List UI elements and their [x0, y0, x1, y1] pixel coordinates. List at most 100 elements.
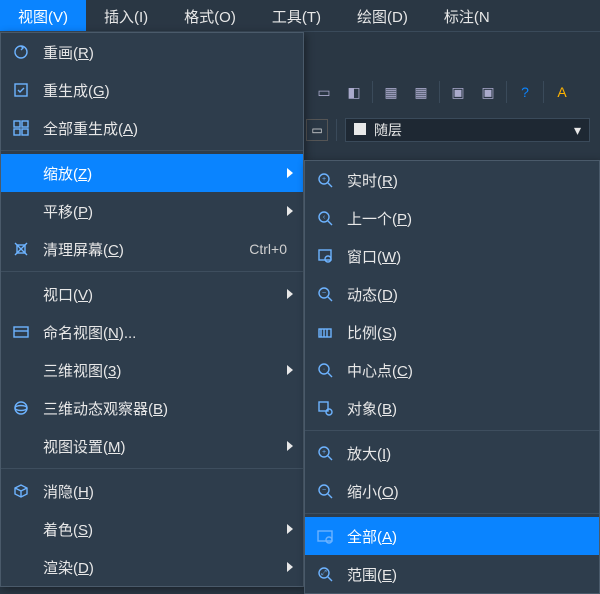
zoom-submenu-item[interactable]: 对象(B) — [305, 389, 599, 427]
zoom-submenu-item[interactable]: ‹上一个(P) — [305, 199, 599, 237]
menu-item-label: 全部(A) — [347, 526, 397, 547]
separator — [336, 119, 337, 141]
view-menu-item[interactable]: 渲染(D) — [1, 548, 303, 586]
toolbar-button[interactable]: ◧ — [342, 80, 366, 104]
menu-item-label: 动态(D) — [347, 284, 398, 305]
view-menu-item[interactable]: 清理屏幕(C)Ctrl+0 — [1, 230, 303, 268]
submenu-arrow-icon — [287, 168, 293, 178]
separator — [543, 81, 544, 103]
toolbar-button[interactable]: ▭ — [312, 80, 336, 104]
blank-icon — [9, 555, 33, 579]
menu-item-label: 缩放(Z) — [43, 163, 281, 184]
toolbar: ▭ ◧ ▦ ▦ ▣ ▣ ? A — [306, 77, 600, 107]
menubar-item[interactable]: 工具(T) — [254, 0, 339, 31]
blank-icon — [9, 517, 33, 541]
submenu-arrow-icon — [287, 206, 293, 216]
svg-text:+: + — [322, 176, 326, 183]
menubar-item[interactable]: 绘图(D) — [339, 0, 426, 31]
redraw-icon — [9, 40, 33, 64]
help-icon[interactable]: ? — [513, 80, 537, 104]
menu-item-label: 范围(E) — [347, 564, 397, 585]
menu-item-label: 缩小(O) — [347, 481, 399, 502]
svg-text:~: ~ — [322, 290, 326, 297]
zoom-submenu-item[interactable]: 全部(A) — [305, 517, 599, 555]
blank-icon — [9, 161, 33, 185]
separator — [439, 81, 440, 103]
zoom-rt-icon: + — [313, 168, 337, 192]
svg-text:+: + — [322, 449, 326, 456]
zoom-in-icon: + — [313, 441, 337, 465]
shortcut-label: Ctrl+0 — [249, 241, 287, 257]
menu-item-label: 窗口(W) — [347, 246, 401, 267]
zoom-submenu-item[interactable]: ~ 动态(D) — [305, 275, 599, 313]
menu-item-label: 对象(B) — [347, 398, 397, 419]
menubar-item[interactable]: 格式(O) — [166, 0, 254, 31]
view-menu-item[interactable]: 三维视图(3) — [1, 351, 303, 389]
toolbar-button[interactable]: ▦ — [409, 80, 433, 104]
view-menu-item[interactable]: 视图设置(M) — [1, 427, 303, 465]
separator — [506, 81, 507, 103]
zoom-extents-icon: ⤢ — [313, 562, 337, 586]
regen-all-icon — [9, 116, 33, 140]
menu-item-label: 上一个(P) — [347, 208, 412, 229]
menubar-item[interactable]: 标注(N — [426, 0, 508, 31]
submenu-arrow-icon — [287, 289, 293, 299]
toolbar-button[interactable]: ▣ — [446, 80, 470, 104]
zoom-submenu-item[interactable]: ⤢ 范围(E) — [305, 555, 599, 593]
submenu-arrow-icon — [287, 562, 293, 572]
clean-screen-icon — [9, 237, 33, 261]
view-menu-item[interactable]: 重画(R) — [1, 33, 303, 71]
blank-icon — [9, 434, 33, 458]
color-swatch — [354, 123, 366, 135]
hide-icon — [9, 479, 33, 503]
toolbar-button[interactable]: A — [550, 80, 574, 104]
toolbar-button[interactable]: ▦ — [379, 80, 403, 104]
view-menu-item[interactable]: 三维动态观察器(B) — [1, 389, 303, 427]
submenu-arrow-icon — [287, 365, 293, 375]
menu-item-label: 着色(S) — [43, 519, 281, 540]
chevron-down-icon: ▾ — [574, 122, 581, 139]
view-menu: 重画(R) 重生成(G) 全部重生成(A) 缩放(Z) 平移(P)清理屏幕(C)Ctrl… — [0, 32, 304, 587]
zoom-submenu-item[interactable]: − 缩小(O) — [305, 472, 599, 510]
menu-item-label: 重画(R) — [43, 42, 293, 63]
menu-item-label: 比例(S) — [347, 322, 397, 343]
menubar-item[interactable]: 视图(V) — [0, 0, 86, 31]
zoom-submenu-item[interactable]: 窗口(W) — [305, 237, 599, 275]
regen-icon — [9, 78, 33, 102]
view-menu-item[interactable]: 重生成(G) — [1, 71, 303, 109]
view-menu-item[interactable]: 全部重生成(A) — [1, 109, 303, 147]
separator — [305, 513, 599, 514]
toolbar-button[interactable]: ▣ — [476, 80, 500, 104]
separator — [1, 271, 303, 272]
view-menu-item[interactable]: 视口(V) — [1, 275, 303, 313]
menu-item-label: 三维视图(3) — [43, 360, 281, 381]
menu-item-label: 放大(I) — [347, 443, 391, 464]
blank-icon — [9, 358, 33, 382]
zoom-dynamic-icon: ~ — [313, 282, 337, 306]
menubar: 视图(V)插入(I)格式(O)工具(T)绘图(D)标注(N — [0, 0, 600, 32]
menubar-item[interactable]: 插入(I) — [86, 0, 166, 31]
view-menu-item[interactable]: 消隐(H) — [1, 472, 303, 510]
zoom-object-icon — [313, 396, 337, 420]
menu-item-label: 渲染(D) — [43, 557, 281, 578]
zoom-submenu: +实时(R)‹上一个(P) 窗口(W) ~ 动态(D) 比例(S) ·中心点(C) 对象(B… — [304, 160, 600, 594]
zoom-submenu-item[interactable]: + 放大(I) — [305, 434, 599, 472]
zoom-out-icon: − — [313, 479, 337, 503]
view-menu-item[interactable]: 着色(S) — [1, 510, 303, 548]
menu-item-label: 三维动态观察器(B) — [43, 398, 293, 419]
menu-item-label: 全部重生成(A) — [43, 118, 293, 139]
zoom-submenu-item[interactable]: ·中心点(C) — [305, 351, 599, 389]
blank-icon — [9, 199, 33, 223]
layer-select[interactable]: 随层 ▾ — [345, 118, 590, 142]
submenu-arrow-icon — [287, 441, 293, 451]
zoom-submenu-item[interactable]: 比例(S) — [305, 313, 599, 351]
layer-tool-icon[interactable]: ▭ — [306, 119, 328, 141]
zoom-submenu-item[interactable]: +实时(R) — [305, 161, 599, 199]
svg-text:−: − — [322, 487, 326, 494]
view-menu-item[interactable]: 命名视图(N)... — [1, 313, 303, 351]
zoom-all-icon — [313, 524, 337, 548]
zoom-scale-icon — [313, 320, 337, 344]
view-menu-item[interactable]: 缩放(Z) — [1, 154, 303, 192]
view-menu-item[interactable]: 平移(P) — [1, 192, 303, 230]
blank-icon — [9, 282, 33, 306]
